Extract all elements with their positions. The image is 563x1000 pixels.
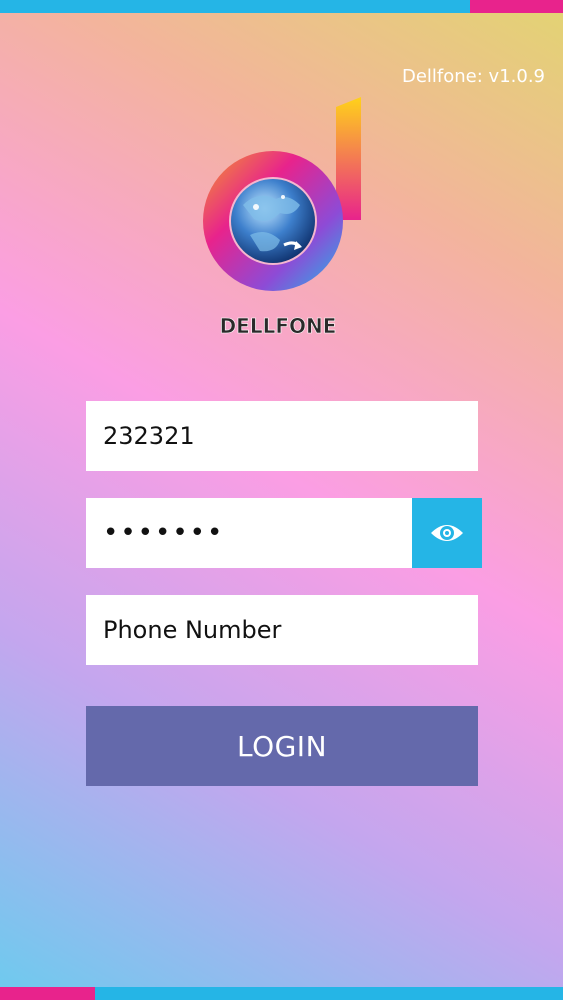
password-input[interactable]: ••••••• xyxy=(103,518,224,548)
top-bar-pink xyxy=(470,0,563,13)
login-button[interactable]: LOGIN xyxy=(86,706,478,786)
dellfone-logo-icon: DELLFONE xyxy=(188,95,368,345)
password-visibility-button[interactable] xyxy=(412,498,482,568)
top-bar-blue xyxy=(0,0,470,13)
username-input[interactable] xyxy=(103,401,478,471)
username-field[interactable] xyxy=(86,401,478,471)
phone-number-field[interactable] xyxy=(86,595,478,665)
version-label: Dellfone: v1.0.9 xyxy=(401,66,545,87)
logo-wordmark: DELLFONE xyxy=(220,314,337,338)
phone-number-input[interactable] xyxy=(103,595,478,665)
bottom-bar-pink xyxy=(0,987,95,1000)
eye-icon xyxy=(431,525,463,541)
password-field[interactable]: ••••••• xyxy=(86,498,412,568)
bottom-bar-blue xyxy=(95,987,563,1000)
